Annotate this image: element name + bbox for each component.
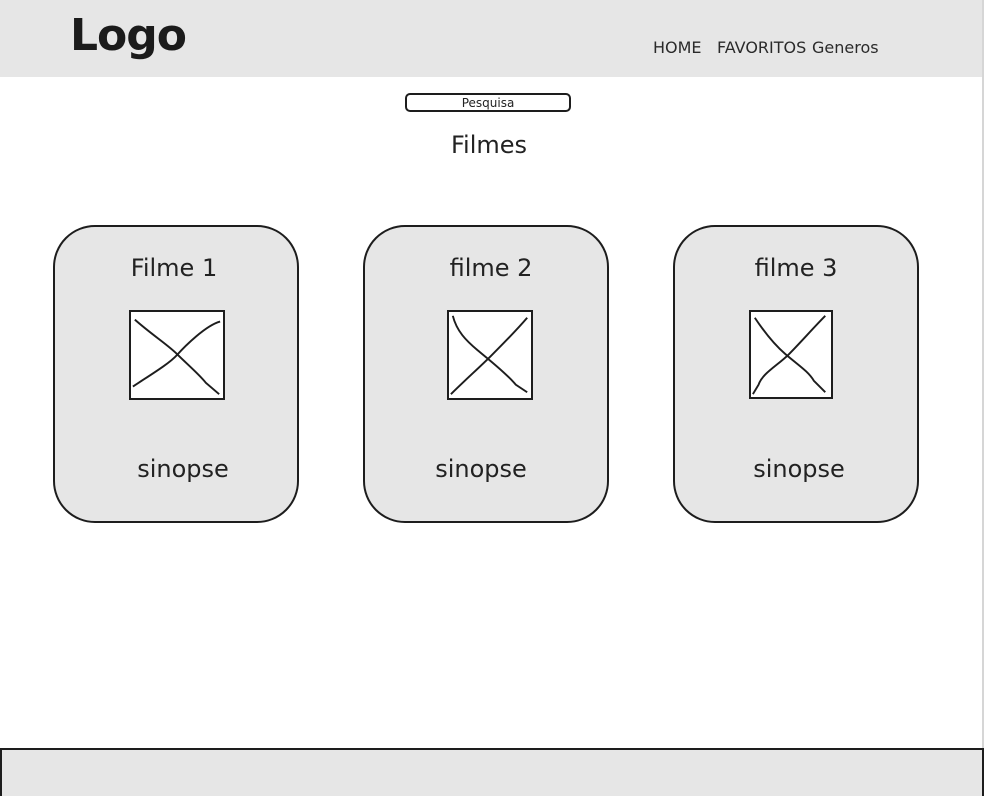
movie-card[interactable]: filme 2 sinopse <box>363 225 609 523</box>
header-bar: Logo HOME FAVORITOS Generos <box>0 0 982 77</box>
movie-card-title: filme 3 <box>754 254 838 282</box>
movie-card[interactable]: Filme 1 sinopse <box>53 225 299 523</box>
footer-bar <box>0 748 984 796</box>
movie-card-title: filme 2 <box>449 254 533 282</box>
movie-card-synopsis: sinopse <box>137 455 229 483</box>
search-input[interactable] <box>405 93 571 112</box>
nav-genres-link[interactable]: Generos <box>812 38 879 57</box>
movie-card[interactable]: filme 3 sinopse <box>673 225 919 523</box>
movie-card-title: Filme 1 <box>130 254 218 282</box>
image-placeholder-icon <box>749 310 833 399</box>
logo[interactable]: Logo <box>70 10 187 61</box>
page: Logo HOME FAVORITOS Generos Filmes Filme… <box>0 0 984 796</box>
nav-home-link[interactable]: HOME <box>653 38 702 57</box>
image-placeholder-icon <box>447 310 533 400</box>
nav-favorites-link[interactable]: FAVORITOS <box>717 38 806 57</box>
movie-card-synopsis: sinopse <box>753 455 845 483</box>
movie-card-synopsis: sinopse <box>435 455 527 483</box>
section-title: Filmes <box>450 131 528 159</box>
image-placeholder-icon <box>129 310 225 400</box>
